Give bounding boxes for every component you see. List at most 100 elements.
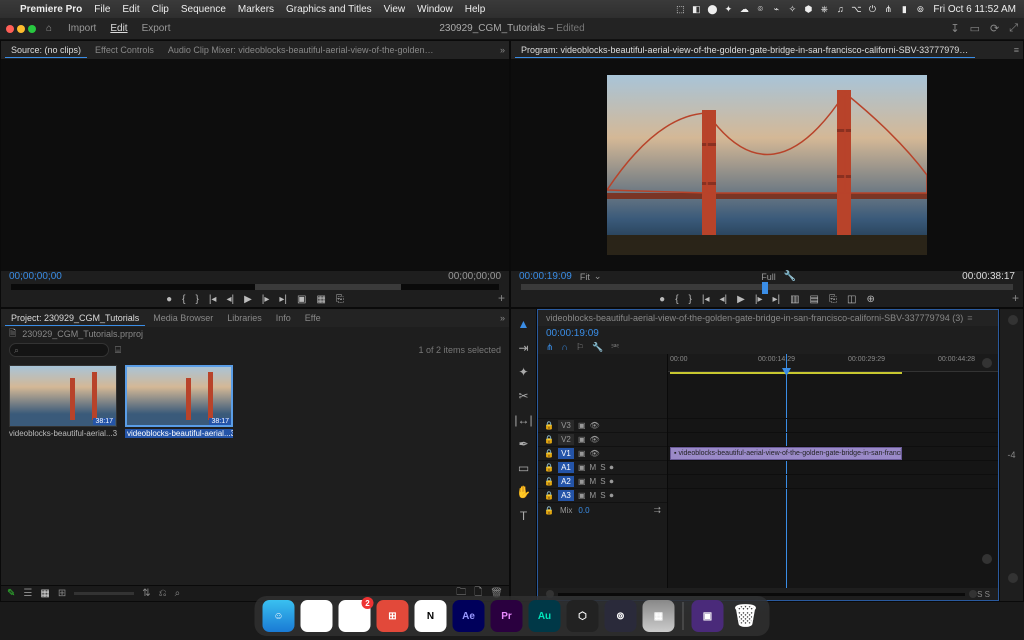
zoom-fit[interactable]: Fit ⌄ (580, 271, 602, 282)
menu-sequence[interactable]: Sequence (181, 4, 226, 15)
dock-chrome[interactable]: ◉ (301, 600, 333, 632)
in-icon[interactable]: { (675, 294, 678, 305)
overwrite-icon[interactable]: ▦ (316, 294, 325, 305)
tab-export[interactable]: Export (142, 23, 171, 34)
slip-tool-icon[interactable]: |↔| (514, 413, 532, 427)
cc-icon[interactable]: ⎃ (611, 342, 619, 353)
tray-icon[interactable]: ☁ (739, 4, 749, 14)
tray-icon[interactable]: ⬤ (707, 4, 717, 14)
tray-icon[interactable]: ✦ (723, 4, 733, 14)
project-search[interactable]: ⌕ (9, 343, 109, 357)
control-center-icon[interactable]: ⊚ (915, 4, 925, 14)
wifi-icon[interactable]: ⋔ (883, 4, 893, 14)
add-marker-icon[interactable]: ● (659, 294, 665, 305)
filter-icon[interactable]: ⌸ (115, 345, 121, 356)
linked-icon[interactable]: ∩ (562, 342, 568, 352)
goto-out-icon[interactable]: ▸| (772, 294, 780, 305)
program-scrubber[interactable] (521, 284, 1013, 290)
insert-icon[interactable]: ▣ (297, 294, 306, 305)
icon-view-icon[interactable]: ▦ (40, 588, 49, 599)
tab-program[interactable]: Program: videoblocks-beautiful-aerial-vi… (515, 43, 975, 58)
add-panel-icon[interactable]: + (1012, 291, 1019, 305)
menu-edit[interactable]: Edit (122, 4, 139, 15)
tab-import[interactable]: Import (68, 23, 96, 34)
program-view[interactable] (511, 59, 1023, 271)
export-frame-icon[interactable]: ⎘ (829, 294, 837, 305)
track-header-v3[interactable]: 🔒V3▣👁 (538, 418, 667, 432)
tray-icon[interactable]: ♫ (835, 4, 845, 14)
tab-edit[interactable]: Edit (110, 23, 127, 34)
comparison-icon[interactable]: ◫ (847, 294, 856, 305)
lift-icon[interactable]: ▥ (790, 294, 799, 305)
dock-launchpad[interactable]: ▦ (643, 600, 675, 632)
tray-icon[interactable]: ⏻ (867, 4, 877, 14)
clock[interactable]: Fri Oct 6 11:52 AM (933, 4, 1016, 15)
menu-graphics[interactable]: Graphics and Titles (286, 4, 372, 15)
rect-tool-icon[interactable]: ▭ (518, 461, 529, 475)
window-controls[interactable] (6, 25, 36, 33)
out-icon[interactable]: } (689, 294, 692, 305)
razor-tool-icon[interactable]: ✂ (518, 389, 528, 403)
dock-slack[interactable]: ✱2 (339, 600, 371, 632)
export-frame-icon[interactable]: ⎘ (336, 294, 344, 305)
goto-out-icon[interactable]: ▸| (279, 294, 287, 305)
dock-premiere[interactable]: Pr (491, 600, 523, 632)
step-fwd-icon[interactable]: |▸ (755, 294, 763, 305)
extract-icon[interactable]: ▤ (810, 294, 819, 305)
tray-icon[interactable]: ⌾ (755, 4, 765, 14)
thumb-size-slider[interactable] (74, 592, 134, 595)
tray-icon[interactable]: ⌁ (771, 4, 781, 14)
menu-window[interactable]: Window (417, 4, 453, 15)
tab-audio-mixer[interactable]: Audio Clip Mixer: videoblocks-beautiful-… (162, 43, 442, 57)
tab-libraries[interactable]: Libraries (221, 311, 268, 325)
bin-item[interactable]: 38:17 videoblocks-beautiful-aerial...38:… (9, 365, 117, 438)
freeform-icon[interactable]: ⊞ (58, 588, 66, 599)
track-header-a1[interactable]: 🔒A1▣MS⏺ (538, 460, 667, 474)
dock-app[interactable]: ⊞ (377, 600, 409, 632)
list-view-icon[interactable]: ☰ (23, 588, 32, 599)
track-header-a2[interactable]: 🔒A2▣MS⏺ (538, 474, 667, 488)
source-view[interactable] (1, 59, 509, 271)
dock-app[interactable]: ⊚ (605, 600, 637, 632)
sort-icon[interactable]: ⇅ (142, 588, 150, 599)
panel-menu-icon[interactable]: » (500, 313, 505, 323)
progress-icon[interactable]: ⟳ (990, 22, 999, 35)
timeline-ruler[interactable]: 00:00 00:00:14:29 00:00:29:29 00:00:44:2… (668, 354, 998, 372)
marker-icon[interactable]: ⚐ (576, 342, 584, 353)
tray-icon[interactable]: ⎈ (819, 4, 829, 14)
add-marker-icon[interactable]: ● (166, 294, 172, 305)
pen-tool-icon[interactable]: ✒ (518, 437, 528, 451)
play-icon[interactable]: ▶ (737, 294, 745, 305)
add-panel-icon[interactable]: + (498, 291, 505, 305)
solo-buttons[interactable]: S S (977, 590, 990, 599)
tab-media-browser[interactable]: Media Browser (147, 311, 219, 325)
workspace-icon[interactable]: ▭ (970, 22, 980, 35)
menu-file[interactable]: File (94, 4, 110, 15)
in-icon[interactable]: { (182, 294, 185, 305)
dock-notion[interactable]: N (415, 600, 447, 632)
panel-menu-icon[interactable]: » (500, 45, 505, 55)
settings-icon[interactable]: 🔧 (592, 342, 603, 353)
project-folder-icon[interactable]: 🗎 (9, 326, 16, 342)
bin-item[interactable]: 38:17 videoblocks-beautiful-aerial...38:… (125, 365, 233, 438)
home-icon[interactable]: ⌂ (46, 23, 58, 35)
tab-effect-controls[interactable]: Effect Controls (89, 43, 160, 57)
tab-project[interactable]: Project: 230929_CGM_Tutorials (5, 311, 145, 326)
track-header-a3[interactable]: 🔒A3▣MS⏺ (538, 488, 667, 502)
panel-menu-icon[interactable]: ≡ (1014, 45, 1019, 55)
zoom-handle[interactable] (969, 590, 977, 598)
settings-icon[interactable]: 🔧 (784, 271, 796, 282)
find-icon[interactable]: ⌕ (175, 588, 181, 599)
menu-view[interactable]: View (384, 4, 406, 15)
battery-icon[interactable]: ▮ (899, 4, 909, 14)
timeline-tc[interactable]: 00:00:19:09 (546, 328, 599, 339)
app-name[interactable]: Premiere Pro (20, 4, 82, 15)
scroll-handle[interactable] (982, 554, 992, 564)
hand-tool-icon[interactable]: ✋ (516, 485, 531, 499)
tray-icon[interactable]: ✧ (787, 4, 797, 14)
step-back-icon[interactable]: ◂| (720, 294, 728, 305)
dock-trash[interactable]: 🗑 (730, 600, 762, 632)
button-editor-icon[interactable]: ⊕ (866, 294, 874, 305)
type-tool-icon[interactable]: T (520, 509, 527, 523)
program-tc-in[interactable]: 00:00:19:09 (519, 271, 572, 282)
